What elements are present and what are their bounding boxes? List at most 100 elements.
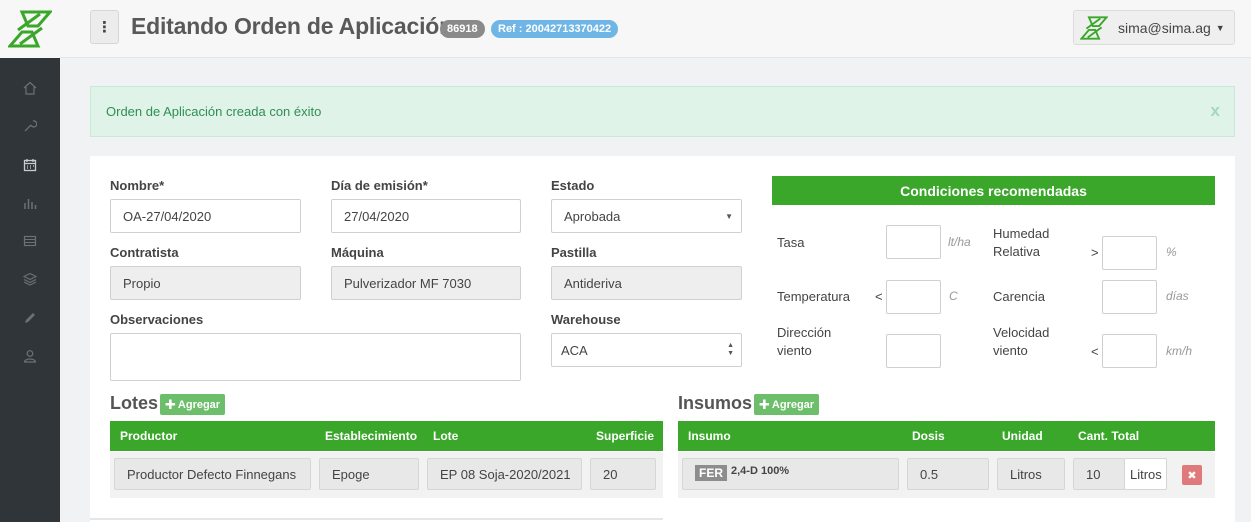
insumo-name: 2,4-D 100%: [731, 465, 790, 477]
close-icon[interactable]: x: [1211, 101, 1220, 121]
wrench-icon: [24, 120, 37, 132]
nombre-input[interactable]: OA-27/04/2020: [110, 199, 301, 233]
home-icon: [23, 81, 37, 95]
fecha-label: Día de emisión*: [331, 178, 428, 193]
tasa-unit: lt/ha: [948, 235, 971, 249]
observaciones-textarea[interactable]: [110, 333, 521, 381]
reference-badge: Ref : 20042713370422: [491, 20, 619, 38]
maquina-field: Pulverizador MF 7030: [331, 266, 521, 300]
sima-logo-icon: [8, 10, 52, 48]
col-productor: Productor: [120, 429, 178, 443]
temperatura-unit: C: [949, 289, 958, 303]
nombre-label: Nombre*: [110, 178, 165, 193]
sidebar-item-edit[interactable]: [0, 299, 60, 337]
user-menu-button[interactable]: sima@sima.ag ▼: [1073, 10, 1235, 45]
velocidad-label-line2: viento: [993, 343, 1028, 358]
insumo-type-tag: FER: [695, 465, 727, 481]
calendar-icon: [23, 159, 37, 172]
select-arrows-icon: ▲ ▼: [727, 342, 734, 357]
col-cantidad: Cant. Total: [1078, 429, 1140, 443]
lotes-table-header: Productor Establecimiento Lote Superfici…: [110, 421, 663, 451]
chevron-down-icon: ▼: [1215, 22, 1225, 33]
carencia-label: Carencia: [993, 289, 1046, 304]
sidebar-item-table[interactable]: [0, 222, 60, 260]
direccion-label: Dirección viento: [777, 324, 831, 360]
bar-chart-icon: [24, 199, 37, 209]
sidebar-item-home[interactable]: [0, 69, 60, 107]
sidebar: [0, 58, 60, 522]
insumo-cell[interactable]: FER 2,4-D 100%: [682, 458, 899, 490]
divider: [90, 518, 663, 520]
velocidad-label-line1: Velocidad: [993, 325, 1050, 340]
warehouse-select[interactable]: ACA ▲ ▼: [551, 333, 742, 367]
superficie-cell[interactable]: 20: [590, 458, 656, 490]
col-unidad: Unidad: [1002, 429, 1043, 443]
pastilla-field: Antideriva: [551, 266, 742, 300]
velocidad-input[interactable]: [1102, 334, 1157, 368]
humedad-operator: >: [1091, 245, 1099, 260]
form-panel: Nombre* OA-27/04/2020 Día de emisión* 27…: [90, 156, 1235, 522]
pastilla-label: Pastilla: [551, 245, 597, 260]
top-bar: ⋮ Editando Orden de Aplicación 86918 Ref…: [0, 0, 1251, 58]
plus-icon: ✚: [759, 396, 770, 412]
sidebar-item-tools[interactable]: [0, 107, 60, 145]
estado-value: Aprobada: [564, 208, 621, 224]
estado-select[interactable]: Aprobada ▼: [551, 199, 742, 233]
warehouse-label: Warehouse: [551, 312, 621, 327]
temperatura-label: Temperatura: [777, 289, 850, 304]
user-icon: [23, 350, 37, 363]
warehouse-value: ACA: [561, 342, 588, 358]
carencia-input[interactable]: [1102, 280, 1157, 314]
add-lote-button[interactable]: ✚ Agregar: [160, 394, 226, 415]
sidebar-item-reports[interactable]: [0, 184, 60, 222]
humedad-input[interactable]: [1102, 236, 1157, 270]
humedad-unit: %: [1166, 245, 1177, 259]
alert-message: Orden de Aplicación creada con éxito: [106, 104, 322, 119]
humedad-label-line2: Relativa: [993, 244, 1040, 259]
fecha-input[interactable]: 27/04/2020: [331, 199, 521, 233]
col-insumo: Insumo: [688, 429, 731, 443]
brand-logo[interactable]: [0, 0, 60, 58]
add-insumo-button[interactable]: ✚ Agregar: [754, 394, 820, 415]
page-title: Editando Orden de Aplicación: [131, 13, 453, 39]
plus-icon: ✚: [165, 396, 176, 412]
velocidad-label: Velocidad viento: [993, 324, 1049, 360]
add-insumo-label: Agregar: [771, 398, 815, 411]
carencia-unit: días: [1166, 289, 1189, 303]
sidebar-item-calendar[interactable]: [0, 146, 60, 184]
direccion-input[interactable]: [886, 334, 941, 368]
order-id-badge: 86918: [440, 20, 485, 38]
maquina-label: Máquina: [331, 245, 384, 260]
chevron-down-icon: ▼: [725, 212, 733, 221]
contratista-field: Propio: [110, 266, 301, 300]
observaciones-label: Observaciones: [110, 312, 204, 327]
col-superficie: Superficie: [596, 429, 655, 443]
unidad-cell: Litros: [997, 458, 1065, 490]
sima-logo-icon: [1080, 15, 1108, 40]
col-establecimiento: Establecimiento: [325, 429, 418, 443]
layers-icon: [23, 272, 37, 286]
velocidad-operator: <: [1091, 344, 1099, 359]
col-dosis: Dosis: [912, 429, 945, 443]
table-icon: [23, 235, 37, 247]
contratista-label: Contratista: [110, 245, 179, 260]
menu-toggle-button[interactable]: ⋮: [90, 10, 119, 44]
col-lote: Lote: [433, 429, 459, 443]
sidebar-item-layers[interactable]: [0, 260, 60, 298]
tasa-label: Tasa: [777, 235, 805, 250]
estado-label: Estado: [551, 178, 595, 193]
conditions-header: Condiciones recomendadas: [772, 176, 1215, 205]
temperatura-operator: <: [875, 289, 883, 304]
dosis-cell[interactable]: 0.5: [907, 458, 989, 490]
delete-icon[interactable]: ✖: [1182, 465, 1202, 485]
table-row: Productor Defecto Finnegans Epoge EP 08 …: [110, 452, 663, 498]
direccion-label-line2: viento: [777, 343, 812, 358]
pencil-icon: [25, 313, 35, 323]
lote-cell: EP 08 Soja-2020/2021: [427, 458, 582, 490]
temperatura-input[interactable]: [886, 280, 941, 314]
cantidad-cell: 10: [1073, 458, 1125, 490]
sidebar-item-user[interactable]: [0, 337, 60, 375]
tasa-input[interactable]: [886, 225, 941, 259]
establecimiento-cell: Epoge: [319, 458, 419, 490]
user-email: sima@sima.ag: [1118, 19, 1211, 36]
